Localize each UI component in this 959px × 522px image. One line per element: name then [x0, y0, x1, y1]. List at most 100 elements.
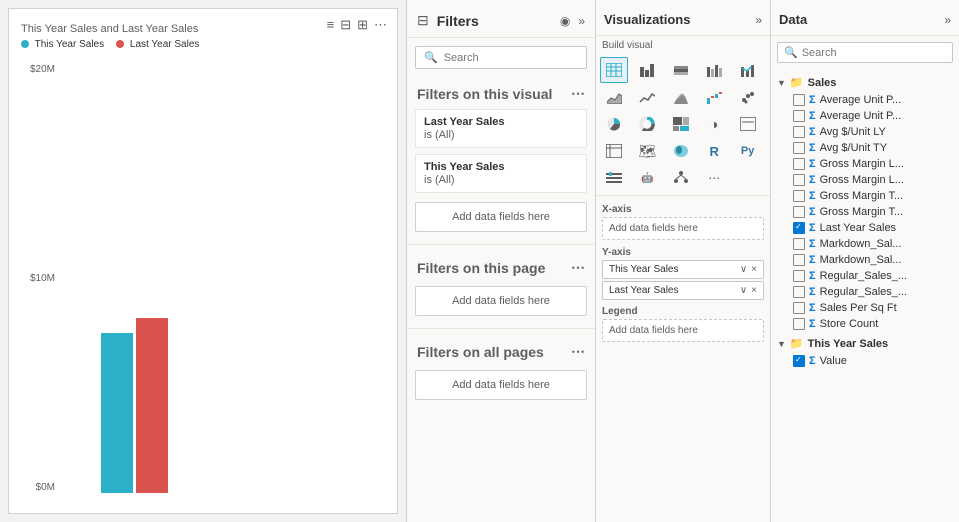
data-search-box[interactable]: 🔍	[777, 42, 953, 63]
viz-fields: X-axis Add data fields here Y-axis This …	[596, 196, 770, 349]
filters-all-more[interactable]: ⋯	[571, 343, 585, 360]
data-item-grossmarginl2[interactable]: Σ Gross Margin L...	[771, 172, 959, 188]
data-item-avgunitp1[interactable]: Σ Average Unit P...	[771, 92, 959, 108]
data-group-sales-header[interactable]: ▼ 📁 Sales	[771, 73, 959, 92]
data-group-thisyearsales: ▼ 📁 This Year Sales Σ Value	[771, 334, 959, 369]
viz-icon-slicer[interactable]	[600, 165, 628, 191]
viz-icons-grid: ◑ 🗺 R Py 🤖 ⋯	[596, 53, 770, 196]
filters-expand-icon[interactable]: »	[578, 14, 585, 28]
yaxis-pill-lastyear[interactable]: Last Year Sales ∨ ×	[602, 281, 764, 300]
viz-icon-bar[interactable]	[633, 57, 661, 83]
data-item-avgunitly[interactable]: Σ Avg $/Unit LY	[771, 124, 959, 140]
checkbox-avgunitty[interactable]	[793, 142, 805, 154]
data-item-regular1[interactable]: Σ Regular_Sales_...	[771, 268, 959, 284]
checkbox-grossmargint1[interactable]	[793, 190, 805, 202]
viz-icon-gauge[interactable]: ◑	[700, 111, 728, 137]
checkbox-avgunitp1[interactable]	[793, 94, 805, 106]
chart-toolbar: ≡ ⊟ ⊞ ⋯	[321, 13, 393, 37]
checkbox-markdown1[interactable]	[793, 238, 805, 250]
viz-icon-pie[interactable]	[600, 111, 628, 137]
viz-icon-line[interactable]	[633, 84, 661, 110]
legend-box[interactable]: Add data fields here	[602, 319, 764, 342]
data-item-storecount[interactable]: Σ Store Count	[771, 316, 959, 332]
viz-icon-card[interactable]	[734, 111, 762, 137]
sigma-icon-avgunitly: Σ	[809, 126, 816, 138]
filter-card-lastyear[interactable]: Last Year Sales is (All)	[415, 109, 587, 148]
viz-icon-filled-map[interactable]	[667, 138, 695, 164]
sigma-icon-lastyearsales: Σ	[809, 222, 816, 234]
pill-close-lastyear[interactable]: ×	[751, 285, 757, 296]
xaxis-box[interactable]: Add data fields here	[602, 217, 764, 240]
viz-icon-ribbon[interactable]	[667, 84, 695, 110]
hamburger-icon[interactable]: ≡	[327, 17, 335, 33]
data-item-markdown1[interactable]: Σ Markdown_Sal...	[771, 236, 959, 252]
filter-icon[interactable]: ⊟	[340, 17, 351, 33]
data-item-lastyearsales[interactable]: Σ Last Year Sales	[771, 220, 959, 236]
filters-page-more[interactable]: ⋯	[571, 259, 585, 276]
viz-icon-line-bar[interactable]	[734, 57, 762, 83]
filter-add-visual[interactable]: Add data fields here	[415, 202, 587, 232]
viz-icon-treemap[interactable]	[667, 111, 695, 137]
more-icon[interactable]: ⋯	[374, 17, 387, 33]
viz-icon-donut[interactable]	[633, 111, 661, 137]
viz-icon-clustered-bar[interactable]	[700, 57, 728, 83]
pill-close-thisyear[interactable]: ×	[751, 264, 757, 275]
data-item-avgunitty[interactable]: Σ Avg $/Unit TY	[771, 140, 959, 156]
data-item-salespersqft[interactable]: Σ Sales Per Sq Ft	[771, 300, 959, 316]
viz-icon-python[interactable]: Py	[734, 138, 762, 164]
checkbox-value[interactable]	[793, 355, 805, 367]
filters-title: Filters	[437, 13, 552, 29]
viz-icon-matrix[interactable]	[600, 138, 628, 164]
checkbox-grossmargint2[interactable]	[793, 206, 805, 218]
bar-thisyear[interactable]	[101, 333, 133, 493]
filters-visual-more[interactable]: ⋯	[571, 85, 585, 102]
expand-icon[interactable]: ⊞	[357, 17, 368, 33]
filters-search-box[interactable]: 🔍	[415, 46, 587, 69]
data-item-grossmarginl1[interactable]: Σ Gross Margin L...	[771, 156, 959, 172]
sigma-icon-regular1: Σ	[809, 270, 816, 282]
checkbox-storecount[interactable]	[793, 318, 805, 330]
viz-expand-icon[interactable]: »	[755, 13, 762, 27]
viz-icon-map[interactable]: 🗺	[633, 138, 661, 164]
viz-icon-more[interactable]: ⋯	[700, 165, 728, 191]
data-search-input[interactable]	[802, 47, 946, 59]
sigma-icon-avgunitty: Σ	[809, 142, 816, 154]
filter-add-all[interactable]: Add data fields here	[415, 370, 587, 400]
data-group-thisyearsales-header[interactable]: ▼ 📁 This Year Sales	[771, 334, 959, 353]
yaxis-pill-thisyear[interactable]: This Year Sales ∨ ×	[602, 260, 764, 279]
sigma-icon-salespersqft: Σ	[809, 302, 816, 314]
viz-icon-table[interactable]	[600, 57, 628, 83]
viz-icon-stacked-bar[interactable]	[667, 57, 695, 83]
viz-icon-decomp[interactable]	[667, 165, 695, 191]
data-item-avgunitp2[interactable]: Σ Average Unit P...	[771, 108, 959, 124]
filter-add-page[interactable]: Add data fields here	[415, 286, 587, 316]
viz-icon-waterfall[interactable]	[700, 84, 728, 110]
checkbox-regular2[interactable]	[793, 286, 805, 298]
data-item-grossmargint2[interactable]: Σ Gross Margin T...	[771, 204, 959, 220]
data-expand-icon[interactable]: »	[944, 13, 951, 27]
data-item-markdown2[interactable]: Σ Markdown_Sal...	[771, 252, 959, 268]
viz-icon-ai[interactable]: 🤖	[633, 165, 661, 191]
filters-search-input[interactable]	[444, 52, 578, 64]
legend-item-thisyear: This Year Sales	[21, 39, 104, 50]
data-item-grossmargint1[interactable]: Σ Gross Margin T...	[771, 188, 959, 204]
data-item-value[interactable]: Σ Value	[771, 353, 959, 369]
checkbox-salespersqft[interactable]	[793, 302, 805, 314]
checkbox-lastyearsales[interactable]	[793, 222, 805, 234]
checkbox-avgunitp2[interactable]	[793, 110, 805, 122]
checkbox-regular1[interactable]	[793, 270, 805, 282]
bars-area	[61, 64, 387, 493]
checkbox-avgunitly[interactable]	[793, 126, 805, 138]
data-item-regular2[interactable]: Σ Regular_Sales_...	[771, 284, 959, 300]
viz-icon-scatter[interactable]	[734, 84, 762, 110]
pill-chevron-thisyear[interactable]: ∨	[740, 264, 747, 275]
viz-icon-r-visual[interactable]: R	[700, 138, 728, 164]
filter-card-thisyear[interactable]: This Year Sales is (All)	[415, 154, 587, 193]
checkbox-markdown2[interactable]	[793, 254, 805, 266]
filters-eye-icon[interactable]: ◉	[560, 14, 570, 28]
pill-chevron-lastyear[interactable]: ∨	[740, 285, 747, 296]
bar-lastyear[interactable]	[136, 318, 168, 493]
checkbox-grossmarginl1[interactable]	[793, 158, 805, 170]
checkbox-grossmarginl2[interactable]	[793, 174, 805, 186]
viz-icon-area[interactable]	[600, 84, 628, 110]
